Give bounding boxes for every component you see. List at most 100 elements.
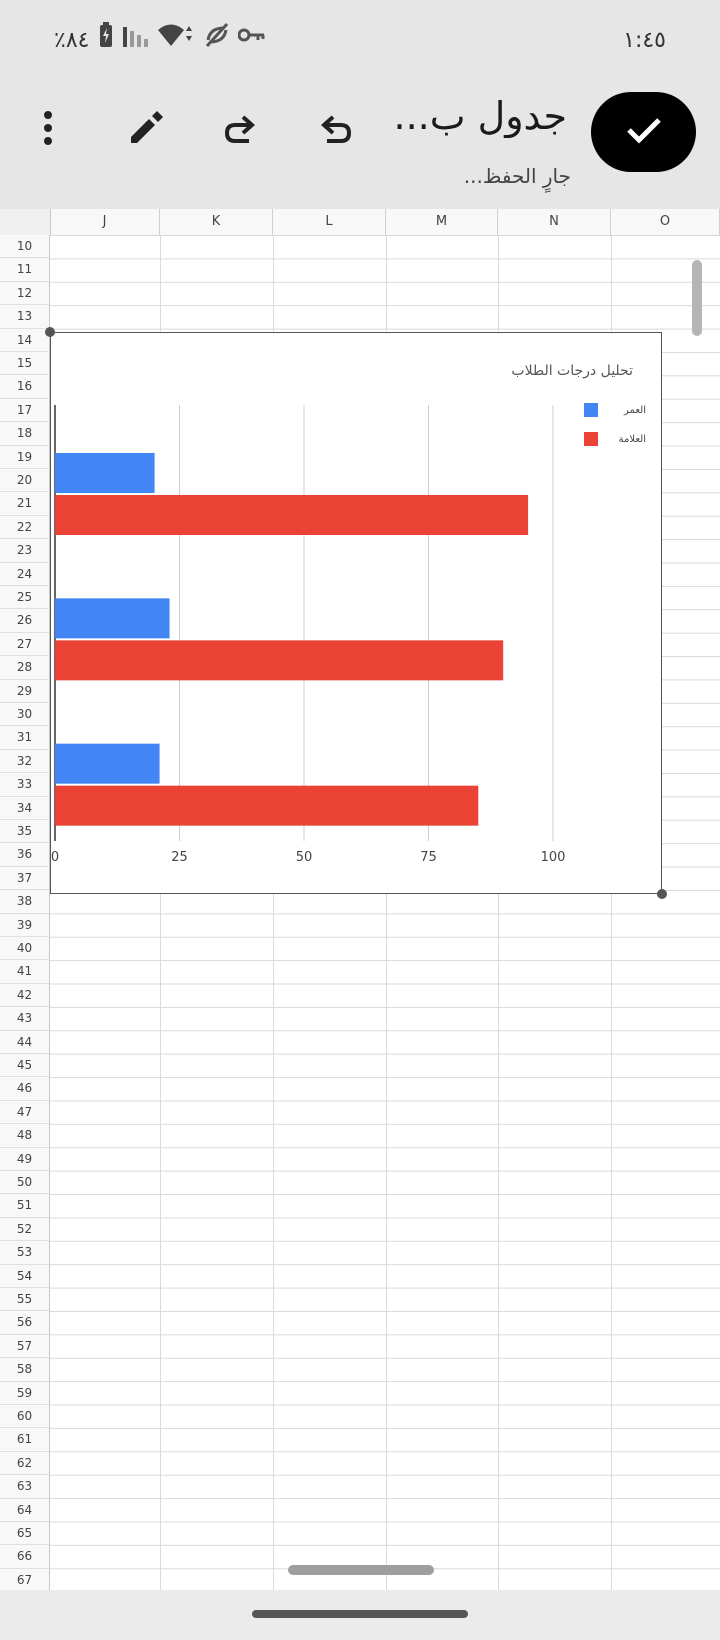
column-header-J[interactable]: J: [50, 209, 160, 235]
toolbar: جدول ب... جارٍ الحفظ...: [0, 76, 720, 209]
column-header-M[interactable]: M: [386, 209, 498, 235]
row-header-48[interactable]: 48: [0, 1124, 50, 1148]
sync-off-icon: [204, 22, 230, 52]
undo-button[interactable]: [308, 102, 364, 158]
row-header-15[interactable]: 15: [0, 352, 50, 376]
row-header-34[interactable]: 34: [0, 796, 50, 820]
row-header-11[interactable]: 11: [0, 258, 50, 282]
row-header-16[interactable]: 16: [0, 375, 50, 399]
row-header-65[interactable]: 65: [0, 1522, 50, 1546]
spreadsheet-grid[interactable]: JKLMNO 10 11 12 13 14 15 16 17 18 19 20 21 22 23 24 25 2…: [0, 209, 720, 1590]
row-header-28[interactable]: 28: [0, 656, 50, 680]
row-header-61[interactable]: 61: [0, 1428, 50, 1452]
row-header-45[interactable]: 45: [0, 1054, 50, 1078]
row-header-49[interactable]: 49: [0, 1147, 50, 1171]
row-header-13[interactable]: 13: [0, 305, 50, 329]
row-header-40[interactable]: 40: [0, 937, 50, 961]
row-header-23[interactable]: 23: [0, 539, 50, 563]
row-header-57[interactable]: 57: [0, 1334, 50, 1359]
x-tick-label: 0: [51, 850, 59, 865]
column-header-row: JKLMNO: [0, 209, 720, 236]
row-header-37[interactable]: 37: [0, 866, 50, 891]
row-header-18[interactable]: 18: [0, 422, 50, 446]
select-all-corner[interactable]: [0, 209, 51, 235]
row-header-41[interactable]: 41: [0, 960, 50, 984]
row-header-63[interactable]: 63: [0, 1475, 50, 1499]
row-header-21[interactable]: 21: [0, 492, 50, 516]
status-icons: [98, 22, 266, 52]
row-header-32[interactable]: 32: [0, 749, 50, 774]
chart-object[interactable]: تحليل درجات الطلاب العمر العلامة 0 25 50 75…: [50, 332, 662, 894]
battery-percent: ٨٤٪: [54, 28, 90, 53]
top-app-bar: ٨٤٪ ١:٤٥ جدول ب... جارٍ الحفظ...: [0, 0, 720, 209]
row-header-17[interactable]: 17: [0, 398, 50, 423]
row-header-47[interactable]: 47: [0, 1100, 50, 1125]
row-header-19[interactable]: 19: [0, 445, 50, 469]
row-header-10[interactable]: 10: [0, 235, 50, 259]
row-header-64[interactable]: 64: [0, 1498, 50, 1522]
bar-age: [55, 453, 155, 493]
row-header-12[interactable]: 12: [0, 281, 50, 306]
column-header-N[interactable]: N: [498, 209, 611, 235]
vertical-scrollbar[interactable]: [692, 260, 702, 336]
row-header-25[interactable]: 25: [0, 586, 50, 610]
edit-pencil-icon: [127, 109, 165, 151]
row-header-20[interactable]: 20: [0, 469, 50, 493]
status-bar: ٨٤٪ ١:٤٥: [0, 0, 720, 76]
row-header-33[interactable]: 33: [0, 773, 50, 797]
row-header-44[interactable]: 44: [0, 1030, 50, 1054]
redo-icon: [223, 113, 257, 147]
row-header-30[interactable]: 30: [0, 703, 50, 727]
row-header-36[interactable]: 36: [0, 843, 50, 867]
row-header-24[interactable]: 24: [0, 562, 50, 586]
bar-age: [55, 743, 160, 784]
row-header-50[interactable]: 50: [0, 1171, 50, 1195]
row-header-51[interactable]: 51: [0, 1194, 50, 1218]
row-header-42[interactable]: 42: [0, 983, 50, 1008]
row-header-14[interactable]: 14: [0, 328, 50, 352]
row-header-62[interactable]: 62: [0, 1451, 50, 1476]
row-header-26[interactable]: 26: [0, 609, 50, 633]
system-nav-bar: [0, 1590, 720, 1640]
check-icon: [626, 116, 662, 148]
row-header-52[interactable]: 52: [0, 1217, 50, 1242]
column-header-O[interactable]: O: [611, 209, 720, 235]
row-header-22[interactable]: 22: [0, 515, 50, 540]
row-header-38[interactable]: 38: [0, 890, 50, 914]
row-header-53[interactable]: 53: [0, 1241, 50, 1265]
row-header-58[interactable]: 58: [0, 1358, 50, 1382]
x-tick-label: 25: [171, 850, 188, 865]
column-header-L[interactable]: L: [273, 209, 386, 235]
row-header-39[interactable]: 39: [0, 913, 50, 937]
vpn-key-icon: [237, 27, 266, 47]
home-gesture-bar[interactable]: [252, 1610, 468, 1618]
row-header-56[interactable]: 56: [0, 1311, 50, 1335]
row-header-43[interactable]: 43: [0, 1007, 50, 1031]
redo-button[interactable]: [212, 102, 268, 158]
row-header-35[interactable]: 35: [0, 820, 50, 844]
edit-button[interactable]: [118, 102, 174, 158]
document-title[interactable]: جدول ب...: [395, 94, 567, 138]
x-tick-label: 50: [296, 850, 313, 865]
bar-grade: [55, 640, 504, 681]
confirm-button[interactable]: [591, 92, 696, 172]
row-header-60[interactable]: 60: [0, 1405, 50, 1429]
row-header-46[interactable]: 46: [0, 1077, 50, 1101]
horizontal-scrollbar[interactable]: [288, 1565, 434, 1575]
column-header-K[interactable]: K: [160, 209, 273, 235]
signal-icon: [122, 23, 148, 51]
row-header-55[interactable]: 55: [0, 1288, 50, 1312]
wifi-icon: [156, 22, 196, 52]
row-header-66[interactable]: 66: [0, 1545, 50, 1569]
row-header-54[interactable]: 54: [0, 1264, 50, 1288]
row-header-27[interactable]: 27: [0, 632, 50, 657]
row-header-31[interactable]: 31: [0, 726, 50, 750]
chart-resize-handle-bottom-right[interactable]: [657, 889, 667, 899]
row-header-29[interactable]: 29: [0, 679, 50, 703]
more-options-button[interactable]: [28, 102, 68, 158]
row-header-67[interactable]: 67: [0, 1568, 50, 1590]
chart-plot: 0 25 50 75 100: [51, 405, 565, 865]
row-header-59[interactable]: 59: [0, 1381, 50, 1405]
x-tick-label: 75: [420, 850, 437, 865]
chart-resize-handle-top-left[interactable]: [45, 327, 55, 337]
